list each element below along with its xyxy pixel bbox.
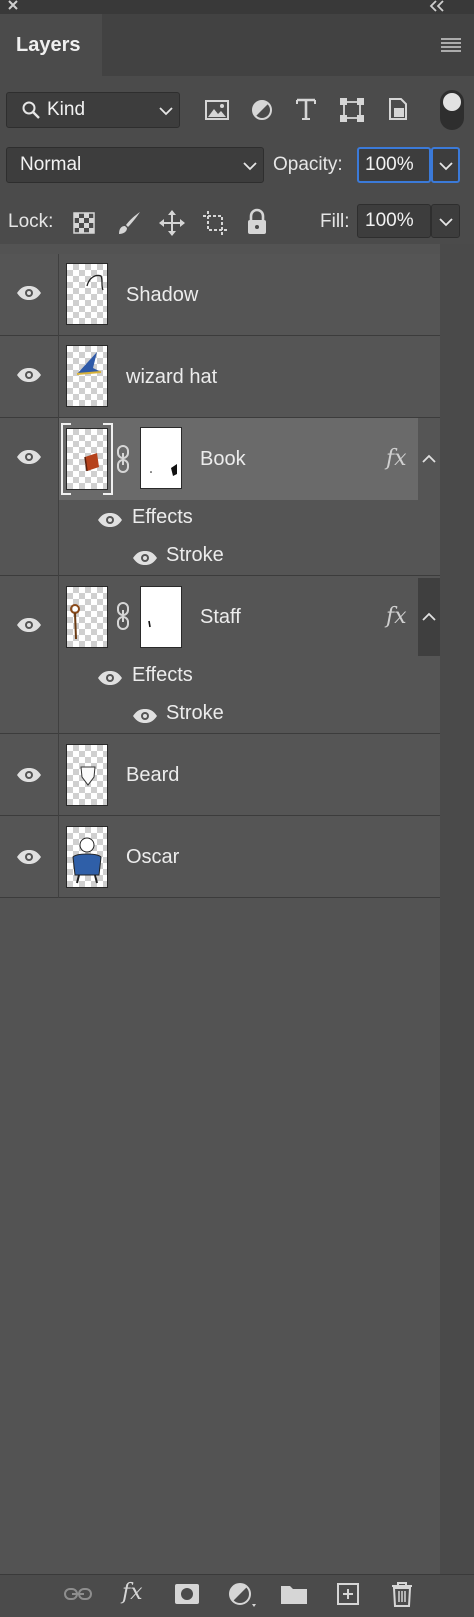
panel-top-strip: [0, 0, 474, 14]
layer-mask-thumbnail[interactable]: [140, 427, 182, 489]
layer-thumbnail: [66, 263, 108, 325]
chevron-down-icon: [159, 106, 173, 116]
filter-toggle-switch[interactable]: [440, 90, 464, 130]
link-layers-icon[interactable]: [64, 1584, 92, 1604]
chevron-down-icon: [439, 161, 453, 171]
opacity-input[interactable]: 100%: [357, 147, 431, 183]
chevron-up-icon: [422, 612, 436, 622]
opacity-dropdown-button[interactable]: [431, 147, 460, 183]
thumbnail-selection-brackets: [61, 423, 113, 495]
kind-filter-select[interactable]: Kind: [6, 92, 180, 128]
eye-icon[interactable]: [97, 512, 123, 528]
layer-mask-thumbnail[interactable]: [140, 586, 182, 648]
eye-icon[interactable]: [16, 849, 42, 865]
layer-name[interactable]: Oscar: [126, 846, 179, 869]
panel-title: Layers: [16, 34, 81, 56]
lock-image-pixels-icon[interactable]: [116, 210, 142, 236]
fill-input[interactable]: 100%: [357, 204, 431, 238]
visibility-column: [58, 576, 59, 734]
visibility-column: [58, 336, 59, 418]
filter-smart-objects-icon[interactable]: [386, 96, 410, 122]
new-group-folder-icon[interactable]: [280, 1583, 308, 1605]
layer-effects-badge[interactable]: fx: [386, 446, 407, 471]
lock-artboard-icon[interactable]: [201, 209, 229, 237]
blend-mode-value: Normal: [20, 154, 82, 175]
search-icon: [21, 100, 41, 120]
layer-name[interactable]: Book: [200, 448, 246, 471]
chevron-up-icon[interactable]: [422, 454, 436, 464]
fill-dropdown-button[interactable]: [431, 204, 460, 238]
visibility-column: [58, 254, 59, 336]
layer-thumbnail: [66, 586, 108, 648]
opacity-value: 100%: [365, 154, 414, 175]
eye-icon[interactable]: [16, 767, 42, 783]
visibility-column: [58, 418, 59, 576]
layer-name[interactable]: Beard: [126, 764, 179, 787]
visibility-column: [58, 734, 59, 816]
filter-shape-layers-icon[interactable]: [339, 97, 365, 123]
blend-mode-select[interactable]: Normal: [6, 147, 264, 183]
eye-icon[interactable]: [16, 367, 42, 383]
filter-type-layers-icon[interactable]: [294, 96, 318, 122]
layer-row-oscar[interactable]: Oscar: [0, 816, 440, 898]
layer-row-beard[interactable]: Beard: [0, 734, 440, 816]
eye-icon[interactable]: [132, 708, 158, 724]
panel-menu-icon[interactable]: [440, 36, 462, 54]
layer-row-wizard-hat[interactable]: wizard hat: [0, 336, 440, 418]
stroke-effect-label[interactable]: Stroke: [166, 544, 224, 567]
eye-icon[interactable]: [16, 449, 42, 465]
effects-label: Effects: [132, 506, 193, 528]
eye-icon[interactable]: [16, 285, 42, 301]
chevron-down-icon: [243, 161, 257, 171]
lock-position-icon[interactable]: [158, 209, 186, 237]
new-layer-icon[interactable]: [336, 1582, 360, 1606]
layer-thumbnail: [66, 826, 108, 888]
fill-label: Fill:: [320, 211, 350, 232]
filter-pixel-layers-icon[interactable]: [204, 98, 230, 122]
stroke-effect-label[interactable]: Stroke: [166, 702, 224, 725]
layer-thumbnail: [66, 744, 108, 806]
filter-adjustment-layers-icon[interactable]: [250, 98, 274, 122]
layer-row-staff[interactable]: Staff fx Effects Stroke: [0, 576, 440, 734]
delete-layer-icon[interactable]: [390, 1581, 414, 1607]
collapse-effects-toggle[interactable]: [418, 578, 440, 656]
add-layer-mask-icon[interactable]: [174, 1583, 200, 1605]
eye-icon[interactable]: [132, 550, 158, 566]
lock-all-icon[interactable]: [246, 208, 268, 236]
layer-row-book[interactable]: Book fx Effects Stroke: [0, 418, 440, 576]
toggle-knob: [443, 93, 461, 111]
link-chain-icon[interactable]: [115, 602, 131, 630]
eye-icon[interactable]: [97, 670, 123, 686]
layer-thumbnail: [66, 345, 108, 407]
add-layer-style-icon[interactable]: fx: [122, 1580, 143, 1605]
chevron-down-icon: [439, 217, 453, 227]
collapse-panel-icon[interactable]: [428, 0, 446, 13]
layer-name[interactable]: wizard hat: [126, 366, 217, 389]
link-chain-icon[interactable]: [115, 445, 131, 473]
layer-row-shadow[interactable]: Shadow: [0, 254, 440, 336]
close-icon[interactable]: [6, 0, 20, 12]
kind-filter-value: Kind: [47, 99, 86, 120]
scrollbar-track[interactable]: [440, 244, 474, 1574]
eye-icon[interactable]: [16, 617, 42, 633]
effects-label: Effects: [132, 664, 193, 686]
visibility-column: [58, 816, 59, 898]
opacity-label: Opacity:: [273, 154, 343, 175]
new-adjustment-layer-icon[interactable]: [228, 1582, 258, 1608]
layer-name[interactable]: Staff: [200, 606, 241, 629]
lock-label: Lock:: [8, 211, 54, 232]
layer-effects-badge[interactable]: fx: [386, 604, 407, 629]
fill-value: 100%: [365, 210, 414, 231]
layer-name[interactable]: Shadow: [126, 284, 198, 307]
lock-transparent-pixels-icon[interactable]: [72, 211, 96, 235]
